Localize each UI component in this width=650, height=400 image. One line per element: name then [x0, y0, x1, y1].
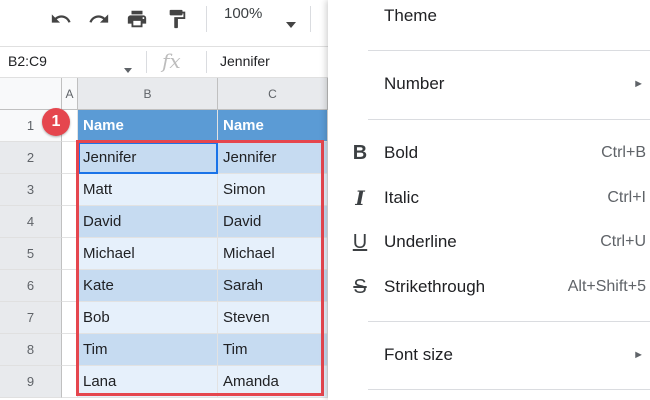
menu-item-underline[interactable]: U Underline Ctrl+U [328, 222, 650, 262]
cell[interactable] [62, 174, 78, 206]
bold-icon: B [352, 141, 368, 164]
cell[interactable]: Amanda [218, 366, 328, 398]
menu-item-font-size[interactable]: Font size ► [328, 335, 650, 375]
menu-divider [368, 50, 650, 51]
cell[interactable] [62, 142, 78, 174]
menu-item-label: Italic [384, 188, 419, 207]
select-all-corner[interactable] [0, 78, 62, 110]
name-box[interactable]: B2:C9 [8, 53, 47, 69]
cell[interactable]: Steven [218, 302, 328, 334]
format-menu: Theme Number ► B Bold Ctrl+B I Italic Ct… [328, 0, 650, 400]
row-header-5[interactable]: 5 [0, 238, 62, 270]
cell[interactable]: Sarah [218, 270, 328, 302]
menu-item-label: Strikethrough [384, 277, 486, 296]
step-badge: 1 [42, 108, 70, 136]
menu-item-label: Bold [384, 143, 419, 162]
row-header-2[interactable]: 2 [0, 142, 62, 174]
cell[interactable]: Michael [78, 238, 218, 270]
strikethrough-icon: S [353, 275, 367, 298]
menu-divider [368, 119, 650, 120]
fx-icon: fx [162, 49, 181, 73]
menu-item-label: Theme [384, 6, 437, 25]
cell[interactable] [62, 206, 78, 238]
cell[interactable]: Jennifer [218, 142, 328, 174]
column-header-b[interactable]: B [78, 78, 218, 110]
cell[interactable]: Kate [78, 270, 218, 302]
cell[interactable] [62, 366, 78, 398]
menu-divider [368, 389, 650, 390]
formula-input[interactable]: Jennifer [220, 53, 270, 69]
cell[interactable]: David [218, 206, 328, 238]
row-header-8[interactable]: 8 [0, 334, 62, 366]
zoom-select[interactable]: 100% [224, 5, 262, 22]
row-header-9[interactable]: 9 [0, 366, 62, 398]
row-header-6[interactable]: 6 [0, 270, 62, 302]
undo-icon[interactable] [48, 6, 74, 32]
menu-divider [368, 321, 650, 322]
italic-icon: I [355, 186, 365, 210]
toolbar-divider [310, 6, 311, 32]
menu-item-label: Underline [384, 232, 457, 251]
row-header-4[interactable]: 4 [0, 206, 62, 238]
cell[interactable]: Jennifer [78, 142, 218, 174]
header-cell[interactable]: Name [78, 110, 218, 142]
submenu-arrow-icon: ► [633, 78, 644, 90]
header-cell[interactable]: Name [218, 110, 328, 142]
formula-bar: B2:C9 fx Jennifer [0, 46, 328, 78]
column-header-a[interactable]: A [62, 78, 78, 110]
menu-item-label: Font size [384, 345, 453, 364]
toolbar-divider [206, 6, 207, 32]
menu-item-bold[interactable]: B Bold Ctrl+B [328, 133, 650, 173]
cell[interactable] [62, 302, 78, 334]
menu-shortcut: Ctrl+I [607, 189, 646, 206]
print-icon[interactable] [124, 6, 150, 32]
cell[interactable]: Simon [218, 174, 328, 206]
cell[interactable]: Tim [218, 334, 328, 366]
cell[interactable] [62, 270, 78, 302]
menu-item-italic[interactable]: I Italic Ctrl+I [328, 178, 650, 218]
menu-item-label: Number [384, 74, 445, 93]
paint-format-icon[interactable] [164, 6, 190, 32]
cell[interactable]: Matt [78, 174, 218, 206]
redo-icon[interactable] [86, 6, 112, 32]
menu-shortcut: Ctrl+U [600, 233, 646, 250]
cell[interactable]: Bob [78, 302, 218, 334]
cell[interactable]: David [78, 206, 218, 238]
spreadsheet-grid: A B C 1 2 3 4 5 6 7 8 9 Name Name Jennif… [0, 78, 328, 400]
underline-icon: U [352, 230, 368, 253]
menu-shortcut: Ctrl+B [601, 144, 646, 161]
cell[interactable] [62, 334, 78, 366]
formula-divider [146, 51, 147, 73]
cell[interactable] [62, 238, 78, 270]
column-header-c[interactable]: C [218, 78, 328, 110]
menu-item-theme[interactable]: Theme [328, 0, 650, 36]
submenu-arrow-icon: ► [633, 349, 644, 361]
menu-item-strikethrough[interactable]: S Strikethrough Alt+Shift+5 [328, 267, 650, 307]
toolbar: 100% [0, 0, 328, 38]
formula-divider [206, 51, 207, 73]
chevron-down-icon[interactable] [124, 60, 132, 78]
cell[interactable]: Tim [78, 334, 218, 366]
cell[interactable]: Lana [78, 366, 218, 398]
row-header-7[interactable]: 7 [0, 302, 62, 334]
row-header-3[interactable]: 3 [0, 174, 62, 206]
menu-item-number[interactable]: Number ► [328, 64, 650, 104]
menu-shortcut: Alt+Shift+5 [567, 278, 646, 295]
chevron-down-icon[interactable] [286, 15, 296, 33]
cell[interactable]: Michael [218, 238, 328, 270]
